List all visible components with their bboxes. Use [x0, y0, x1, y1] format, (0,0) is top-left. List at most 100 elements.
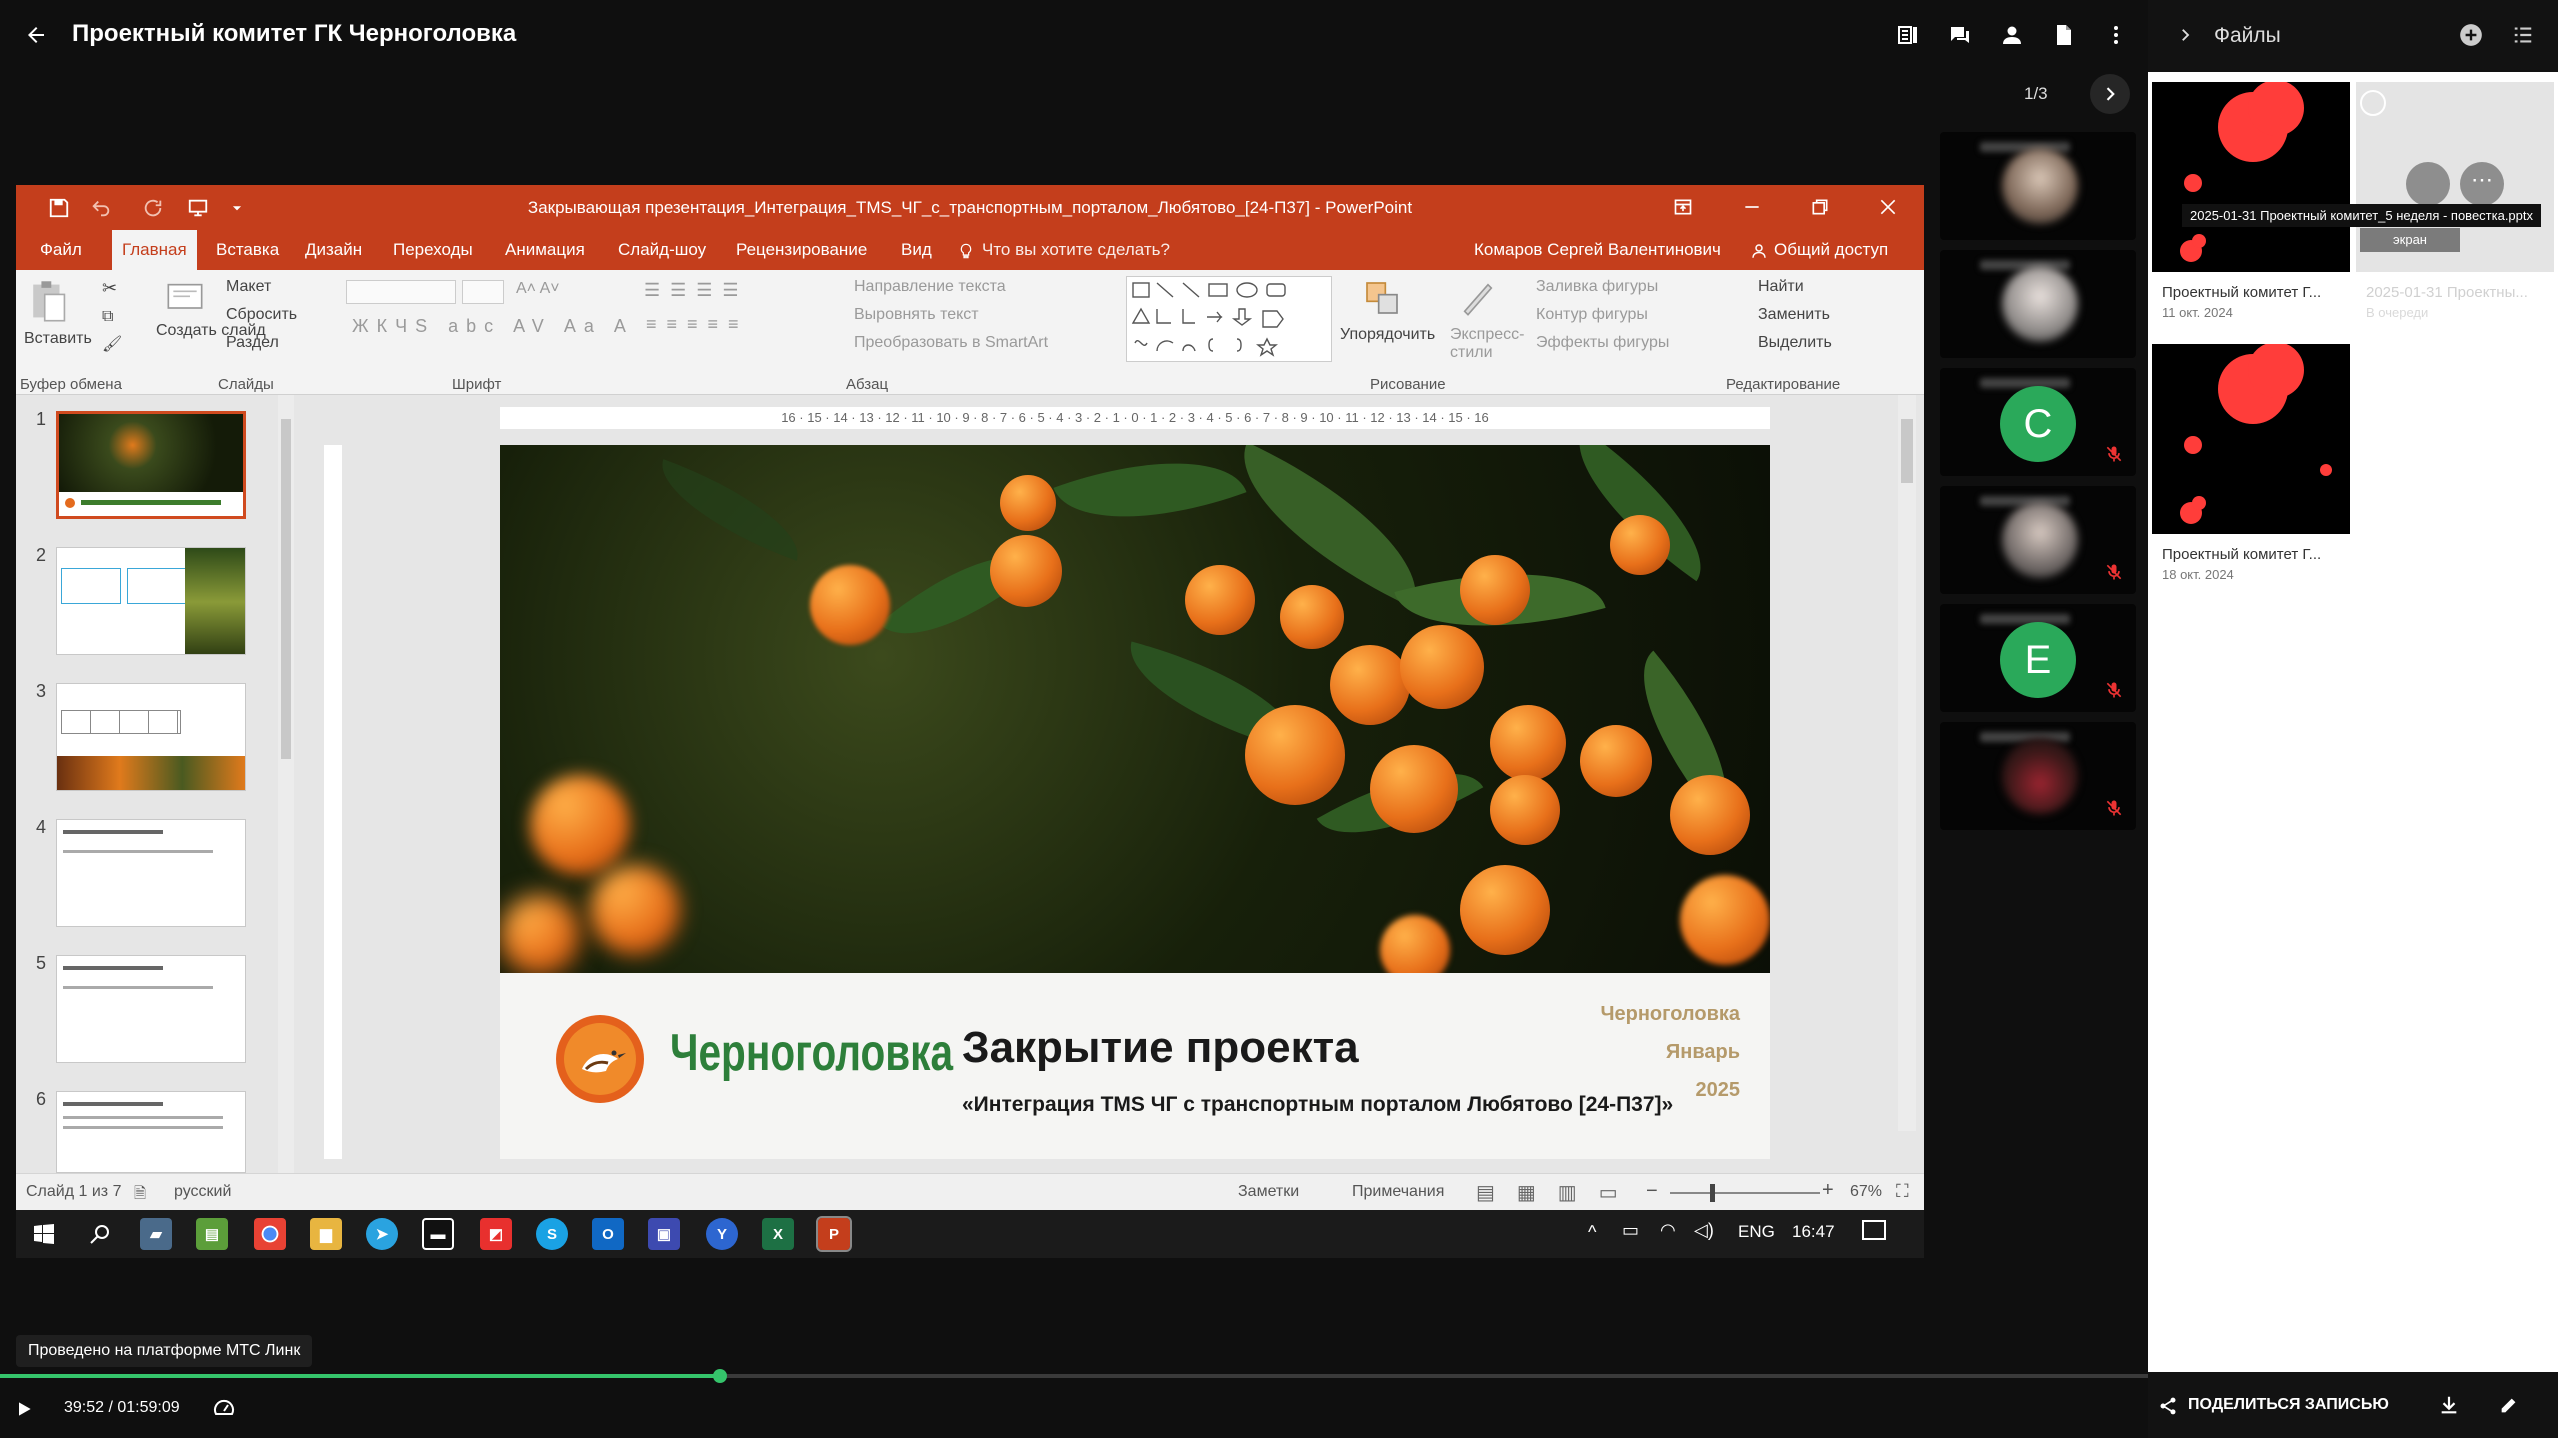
- zoom-out-button[interactable]: −: [1646, 1180, 1658, 1203]
- find-button[interactable]: Найти: [1758, 278, 1804, 296]
- quick-styles-label[interactable]: Экспресс-стили: [1450, 326, 1524, 362]
- canvas-scrollbar[interactable]: [1898, 395, 1916, 1131]
- tell-me-input[interactable]: Что вы хотите сделать?: [982, 240, 1170, 260]
- participant-tile[interactable]: [1940, 250, 2136, 358]
- tab-file[interactable]: Файл: [40, 240, 82, 260]
- tab-view[interactable]: Вид: [901, 240, 932, 260]
- zoom-slider[interactable]: [1670, 1192, 1820, 1194]
- arrange-icon[interactable]: [1362, 278, 1402, 318]
- add-file-icon[interactable]: [2458, 22, 2484, 48]
- minimize-icon[interactable]: [1742, 197, 1762, 217]
- layout-button[interactable]: Макет: [226, 278, 271, 296]
- slide-thumbnail-1[interactable]: [56, 411, 246, 519]
- paste-icon[interactable]: [28, 278, 68, 324]
- font-grow-icon[interactable]: A˄ A˅: [516, 280, 560, 298]
- font-style-icons[interactable]: ЖКЧS abc AV Aa A: [352, 316, 634, 337]
- collapse-chevron-icon[interactable]: [2176, 26, 2194, 44]
- font-size-select[interactable]: [462, 280, 504, 304]
- tab-slideshow[interactable]: Слайд-шоу: [618, 240, 706, 260]
- notepad-app-icon[interactable]: ▤: [196, 1218, 228, 1250]
- participant-tile[interactable]: С: [1940, 368, 2136, 476]
- screenshot-app-icon[interactable]: ◩: [480, 1218, 512, 1250]
- chrome-icon[interactable]: [254, 1218, 286, 1250]
- view-buttons[interactable]: ▤▦▥▭: [1476, 1180, 1640, 1205]
- participant-tile[interactable]: Е: [1940, 604, 2136, 712]
- back-arrow-icon[interactable]: [20, 19, 52, 51]
- wifi-icon[interactable]: ◠: [1660, 1220, 1676, 1241]
- tab-review[interactable]: Рецензирование: [736, 240, 867, 260]
- slide-thumbnail-5[interactable]: [56, 955, 246, 1063]
- select-button[interactable]: Выделить: [1758, 334, 1832, 352]
- participant-tile[interactable]: [1940, 486, 2136, 594]
- ribbon-display-icon[interactable]: [1672, 197, 1694, 217]
- tab-transitions[interactable]: Переходы: [393, 240, 473, 260]
- more-options-button[interactable]: ⋯: [2460, 162, 2504, 206]
- tab-animations[interactable]: Анимация: [505, 240, 585, 260]
- more-vertical-icon[interactable]: [2100, 19, 2132, 51]
- clock[interactable]: 16:47: [1792, 1222, 1835, 1242]
- section-button[interactable]: Раздел: [226, 334, 279, 352]
- language-status[interactable]: русский: [174, 1183, 231, 1201]
- outlook-icon[interactable]: O: [592, 1218, 624, 1250]
- shapes-gallery[interactable]: [1126, 276, 1332, 362]
- excel-icon[interactable]: X: [762, 1218, 794, 1250]
- agenda-icon[interactable]: [1892, 19, 1924, 51]
- file-explorer-icon[interactable]: ▆: [310, 1218, 342, 1250]
- smartart-button[interactable]: Преобразовать в SmartArt: [854, 334, 1048, 352]
- text-direction-button[interactable]: Направление текста: [854, 278, 1006, 296]
- share-button[interactable]: Общий доступ: [1774, 240, 1888, 260]
- close-icon[interactable]: [1878, 197, 1898, 217]
- zoom-in-button[interactable]: +: [1822, 1179, 1834, 1202]
- download-icon[interactable]: [2438, 1394, 2460, 1416]
- battery-icon[interactable]: ▭: [1622, 1220, 1639, 1241]
- select-checkbox[interactable]: [2360, 90, 2386, 116]
- list-icons[interactable]: ☰☰☰☰: [644, 280, 749, 301]
- list-view-icon[interactable]: [2512, 24, 2534, 46]
- slide-thumbnail-4[interactable]: [56, 819, 246, 927]
- skype-icon[interactable]: S: [536, 1218, 568, 1250]
- input-language[interactable]: ENG: [1738, 1222, 1775, 1242]
- file-icon[interactable]: [2048, 19, 2080, 51]
- edit-icon[interactable]: [2498, 1394, 2520, 1416]
- cut-icon[interactable]: ✂: [102, 278, 117, 299]
- shape-effects-button[interactable]: Эффекты фигуры: [1536, 334, 1669, 352]
- next-page-button[interactable]: [2090, 74, 2130, 114]
- font-name-select[interactable]: [346, 280, 456, 304]
- share-icon[interactable]: [2158, 1396, 2178, 1416]
- present-screen-button[interactable]: [2406, 162, 2450, 206]
- quick-styles-icon[interactable]: [1458, 278, 1498, 318]
- participants-icon[interactable]: [1996, 19, 2028, 51]
- thumbnails-scrollbar[interactable]: [278, 395, 294, 1173]
- align-icons[interactable]: ≡≡≡≡≡: [646, 314, 749, 335]
- volume-icon[interactable]: ◁): [1694, 1220, 1714, 1241]
- comments-button[interactable]: Примечания: [1352, 1183, 1444, 1201]
- tab-design[interactable]: Дизайн: [305, 240, 362, 260]
- zoom-level[interactable]: 67%: [1850, 1183, 1882, 1201]
- windows-start-icon[interactable]: [28, 1218, 60, 1250]
- shape-fill-button[interactable]: Заливка фигуры: [1536, 278, 1658, 296]
- tab-insert[interactable]: Вставка: [216, 240, 279, 260]
- chat-icon[interactable]: [1944, 19, 1976, 51]
- slide-thumbnail-6[interactable]: [56, 1091, 246, 1173]
- restore-icon[interactable]: [1810, 197, 1830, 217]
- play-icon[interactable]: [14, 1398, 34, 1420]
- zoom-slider-thumb[interactable]: [1710, 1184, 1715, 1202]
- powerpoint-icon[interactable]: P: [816, 1216, 852, 1252]
- replace-button[interactable]: Заменить: [1758, 306, 1830, 324]
- tab-home[interactable]: Главная: [112, 230, 197, 270]
- shape-outline-button[interactable]: Контур фигуры: [1536, 306, 1648, 324]
- tray-chevron-icon[interactable]: ^: [1588, 1222, 1596, 1243]
- participant-tile[interactable]: [1940, 132, 2136, 240]
- slide-thumbnail-2[interactable]: [56, 547, 246, 655]
- paste-label[interactable]: Вставить: [24, 330, 92, 348]
- notes-button[interactable]: Заметки: [1238, 1183, 1299, 1201]
- teams-icon[interactable]: ▣: [648, 1218, 680, 1250]
- notifications-icon[interactable]: [1862, 1220, 1886, 1240]
- participant-tile[interactable]: [1940, 722, 2136, 830]
- format-painter-icon[interactable]: 🖌: [102, 334, 122, 354]
- playback-speed-icon[interactable]: [212, 1396, 236, 1420]
- search-icon[interactable]: [84, 1218, 116, 1250]
- spellcheck-icon[interactable]: 🗎: [134, 1183, 146, 1208]
- file-card[interactable]: Проектный комитет Г... 11 окт. 2024: [2152, 82, 2350, 320]
- arrange-label[interactable]: Упорядочить: [1340, 326, 1435, 344]
